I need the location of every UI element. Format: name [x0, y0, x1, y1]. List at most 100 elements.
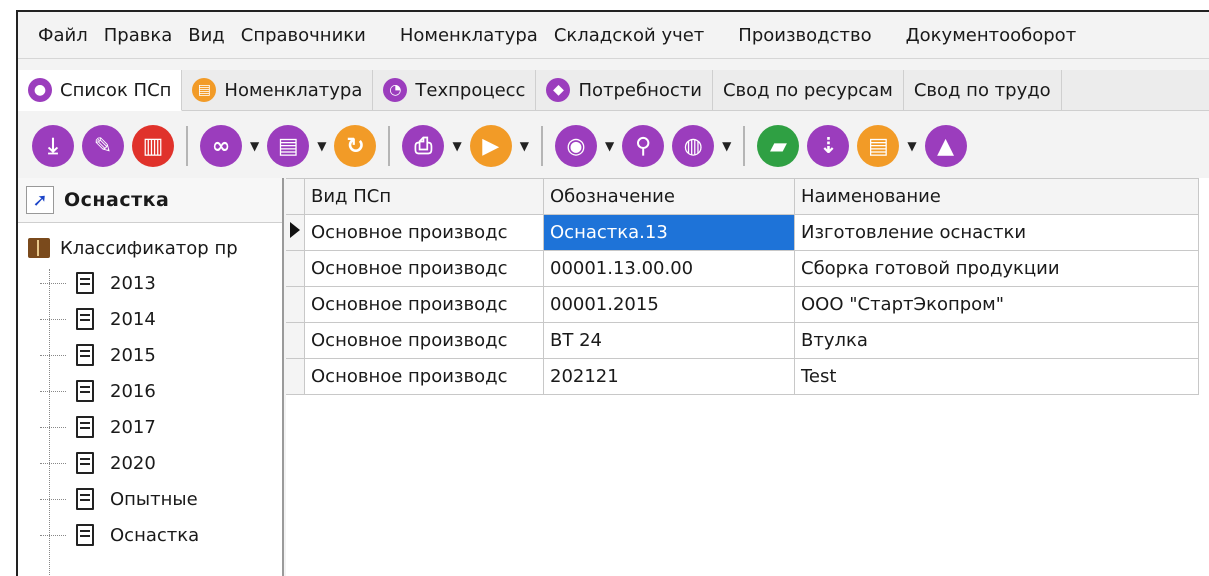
menu-warehouse[interactable]: Складской учет — [546, 25, 712, 46]
tab-label: Свод по трудо — [913, 79, 1051, 101]
classifier-tree: Классификатор пр 2013 2014 2015 2016 201… — [18, 223, 282, 576]
chevron-down-icon[interactable]: ▼ — [250, 139, 259, 153]
link-icon[interactable]: ∞ — [200, 125, 242, 167]
table-cell[interactable]: 202121 — [543, 358, 795, 395]
table-cell[interactable]: ООО "СтартЭкопром" — [794, 286, 1199, 323]
chevron-down-icon[interactable]: ▼ — [452, 139, 461, 153]
tab-labor-summary[interactable]: Свод по трудо — [903, 70, 1062, 110]
table-cell[interactable]: Основное производс — [304, 358, 544, 395]
menu-document-flow[interactable]: Документооборот — [898, 25, 1085, 46]
toolbar: ⤓ ✎ ▥ ∞ ▼ ▤ ▼ ↻ ⎙ ▼ ▶ ▼ ◉ ▼ ⚲ ◍ ▼ ▰ ⇣ ▤ … — [18, 118, 1209, 174]
column-header-name[interactable]: Наименование — [794, 178, 1199, 215]
tab-label: Свод по ресурсам — [722, 79, 893, 101]
menu-bar: Файл Правка Вид Справочники Номенклатура… — [18, 12, 1209, 59]
menu-edit[interactable]: Правка — [96, 25, 181, 46]
tree-item-tooling[interactable]: Оснастка — [18, 517, 282, 553]
table-cell-selected[interactable]: Оснастка.13 — [543, 214, 795, 251]
document-icon[interactable]: ▤ — [267, 125, 310, 167]
tree-item-2020[interactable]: 2020 — [18, 445, 282, 481]
tree-item-2013[interactable]: 2013 — [18, 265, 282, 301]
table-cell[interactable]: Втулка — [794, 322, 1199, 359]
tree-item-2014[interactable]: 2014 — [18, 301, 282, 337]
table-cell[interactable]: 00001.13.00.00 — [543, 250, 795, 287]
document-icon — [76, 344, 94, 366]
chevron-down-icon[interactable]: ▼ — [722, 139, 731, 153]
app-window: Файл Правка Вид Справочники Номенклатура… — [16, 10, 1209, 576]
tab-process[interactable]: ◔ Техпроцесс — [373, 70, 537, 110]
chevron-down-icon[interactable]: ▼ — [605, 139, 614, 153]
table-cell[interactable]: Test — [794, 358, 1199, 395]
table-header-row: Вид ПСп Обозначение Наименование — [286, 178, 1199, 215]
globe-icon[interactable]: ◍ — [672, 125, 715, 167]
table-cell[interactable]: Изготовление оснастки — [794, 214, 1199, 251]
tree-item-2016[interactable]: 2016 — [18, 373, 282, 409]
chevron-down-icon[interactable]: ▼ — [317, 139, 326, 153]
document-icon — [76, 416, 94, 438]
table-row[interactable]: Основное производс Оснастка.13 Изготовле… — [286, 214, 1199, 251]
menu-view[interactable]: Вид — [180, 25, 233, 46]
folder-open-icon[interactable]: ▰ — [757, 125, 800, 167]
tab-resources-summary[interactable]: Свод по ресурсам — [712, 70, 904, 110]
toolbar-separator — [388, 126, 391, 166]
edit-icon[interactable]: ✎ — [82, 125, 124, 167]
tab-label: Список ПСп — [60, 79, 172, 101]
nomenclature-icon: ▤ — [192, 78, 217, 102]
column-header-type[interactable]: Вид ПСп — [304, 178, 544, 215]
table-cell[interactable]: Основное производс — [304, 322, 544, 359]
play-icon[interactable]: ▶ — [469, 125, 512, 167]
delete-icon[interactable]: ▥ — [132, 125, 174, 167]
notes-icon[interactable]: ▤ — [857, 125, 900, 167]
refresh-icon[interactable]: ↻ — [334, 125, 377, 167]
tab-label: Техпроцесс — [415, 79, 526, 101]
table-row[interactable]: Основное производс 202121 Test — [286, 358, 1199, 395]
tag-icon: ◆ — [546, 78, 571, 102]
tab-nomenclature[interactable]: ▤ Номенклатура — [182, 70, 374, 110]
table-row[interactable]: Основное производс 00001.13.00.00 Сборка… — [286, 250, 1199, 287]
download-icon[interactable]: ⇣ — [807, 125, 850, 167]
table-cell[interactable]: Основное производс — [304, 214, 544, 251]
document-icon — [76, 272, 94, 294]
column-header-designation[interactable]: Обозначение — [543, 178, 795, 215]
table-cell[interactable]: ВТ 24 — [543, 322, 795, 359]
tab-label: Потребности — [578, 79, 702, 101]
chevron-down-icon[interactable]: ▼ — [907, 139, 916, 153]
current-row-indicator — [286, 214, 305, 251]
graduate-icon[interactable]: ▲ — [924, 125, 967, 167]
menu-references[interactable]: Справочники — [233, 25, 374, 46]
print-icon[interactable]: ⎙ — [402, 125, 445, 167]
table-cell[interactable]: Основное производс — [304, 250, 544, 287]
tree-root[interactable]: Классификатор пр — [18, 231, 282, 265]
tree-item-2015[interactable]: 2015 — [18, 337, 282, 373]
document-icon — [76, 488, 94, 510]
tab-list-psp[interactable]: ● Список ПСп — [18, 70, 183, 111]
panel-title: Оснастка — [64, 189, 170, 211]
document-icon — [76, 524, 94, 546]
tree-item-experimental[interactable]: Опытные — [18, 481, 282, 517]
tree-root-label: Классификатор пр — [60, 237, 238, 259]
tab-needs[interactable]: ◆ Потребности — [536, 70, 713, 110]
up-level-icon[interactable]: ➚ — [26, 186, 54, 214]
table-row[interactable]: Основное производс ВТ 24 Втулка — [286, 322, 1199, 359]
toolbar-separator — [540, 126, 543, 166]
process-icon: ◔ — [383, 78, 408, 102]
list-icon: ● — [28, 78, 52, 102]
toolbar-separator — [743, 126, 746, 166]
search-icon[interactable]: ⚲ — [622, 125, 665, 167]
panel-header: ➚ Оснастка — [18, 178, 282, 223]
import-icon[interactable]: ⤓ — [32, 125, 74, 167]
tree-item-2017[interactable]: 2017 — [18, 409, 282, 445]
menu-file[interactable]: Файл — [18, 25, 96, 46]
psp-table: Вид ПСп Обозначение Наименование Основно… — [286, 178, 1199, 395]
menu-nomenclature[interactable]: Номенклатура — [392, 25, 546, 46]
document-icon — [76, 380, 94, 402]
table-cell[interactable]: Основное производс — [304, 286, 544, 323]
toolbar-separator — [186, 126, 188, 166]
menu-production[interactable]: Производство — [730, 25, 879, 46]
view-icon[interactable]: ◉ — [554, 125, 597, 167]
table-row[interactable]: Основное производс 00001.2015 ООО "Старт… — [286, 286, 1199, 323]
psp-grid: Вид ПСп Обозначение Наименование Основно… — [286, 178, 1209, 576]
chevron-down-icon[interactable]: ▼ — [520, 139, 529, 153]
table-cell[interactable]: Сборка готовой продукции — [794, 250, 1199, 287]
classifier-panel: ➚ Оснастка Классификатор пр 2013 2014 20… — [18, 178, 284, 576]
table-cell[interactable]: 00001.2015 — [543, 286, 795, 323]
